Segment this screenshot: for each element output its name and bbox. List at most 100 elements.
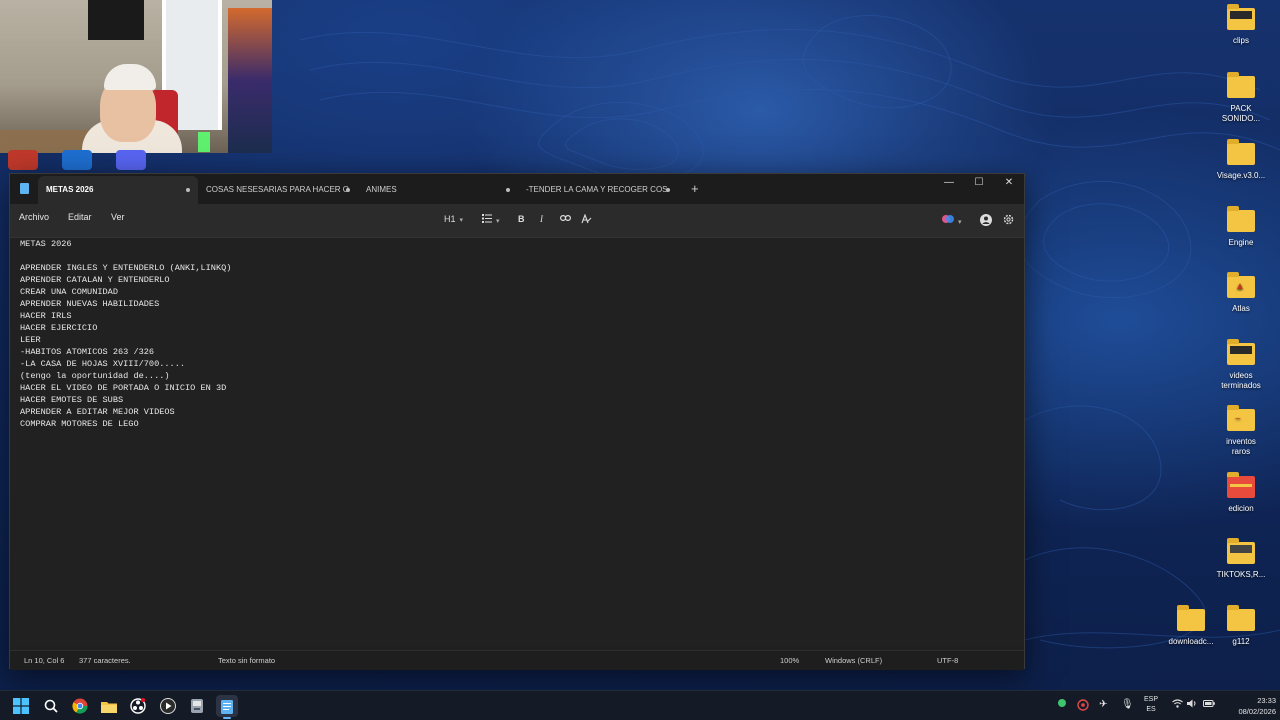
- chevron-down-icon: ▾: [496, 218, 500, 225]
- desktop-icon-tiktoks[interactable]: TIKTOKS,R...: [1209, 538, 1273, 580]
- editor-line: LEER: [20, 335, 41, 345]
- character-count: 377 caracteres.: [79, 656, 131, 665]
- desktop-icon-label: inventos raros: [1226, 437, 1256, 456]
- editor-line: (tengo la oportunidad de....): [20, 371, 170, 381]
- notepad-taskbar-button[interactable]: [216, 695, 238, 719]
- chevron-down-icon: ▾: [459, 217, 464, 224]
- desktop-icon-label: edicion: [1228, 504, 1254, 513]
- discord-shortcut-icon[interactable]: [116, 150, 146, 170]
- tray-network-tool-icon[interactable]: ✈: [1099, 699, 1107, 710]
- editor-line: HACER EL VIDEO DE PORTADA O INICIO EN 3D: [20, 383, 227, 393]
- microphone-icon[interactable]: 🎙: [1121, 699, 1134, 710]
- desktop-icon-pack-sonido[interactable]: PACK SONIDO...: [1209, 72, 1273, 124]
- language-indicator[interactable]: ESP ES: [1144, 695, 1158, 715]
- unsaved-dot-icon: [666, 188, 670, 192]
- link-button[interactable]: [560, 214, 572, 224]
- folder-icon: [1177, 605, 1205, 631]
- close-button[interactable]: ✕: [994, 174, 1024, 192]
- volume-icon[interactable]: [1187, 699, 1198, 711]
- tray-shield-icon: [1077, 699, 1089, 711]
- desktop-icon-atlas[interactable]: ▲ Atlas: [1209, 272, 1273, 314]
- folder-icon: [101, 701, 117, 713]
- editor-line: METAS 2026: [20, 239, 72, 249]
- chevron-down-icon: ▾: [958, 219, 962, 226]
- maximize-button[interactable]: ☐: [964, 174, 994, 192]
- windows-icon: [13, 698, 29, 714]
- desktop-icons-partial: [8, 150, 146, 172]
- menu-archivo[interactable]: Archivo: [19, 212, 49, 222]
- folder-icon: [1227, 72, 1255, 98]
- desktop-icon-label: PACK SONIDO...: [1221, 104, 1261, 123]
- desktop-icon-g112[interactable]: g112: [1209, 605, 1273, 647]
- list-icon: [482, 214, 492, 223]
- search-button[interactable]: [40, 695, 62, 717]
- folder-icon: [1227, 472, 1255, 498]
- bold-button[interactable]: B: [518, 214, 525, 224]
- keyboard-layout: ES: [1146, 706, 1156, 713]
- notepad-icon: [221, 699, 233, 714]
- link-icon: [560, 215, 572, 222]
- obs-button[interactable]: [127, 695, 149, 717]
- webcam-poster: [228, 8, 272, 153]
- clear-format-button[interactable]: [581, 213, 592, 226]
- gear-icon: [1003, 214, 1014, 225]
- notepad-window: METAS 2026 COSAS NESESARIAS PARA HACER O…: [9, 173, 1025, 670]
- language-code: ESP: [1144, 696, 1159, 703]
- heading-dropdown[interactable]: H1 ▾: [444, 214, 463, 224]
- list-dropdown[interactable]: ▾: [482, 214, 500, 225]
- folder-icon: ▲: [1227, 272, 1255, 298]
- desktop-icon-visage[interactable]: Visage.v3.0...: [1209, 139, 1273, 181]
- desktop-icon-engine[interactable]: Engine: [1209, 206, 1273, 248]
- tab-metas-2026[interactable]: METAS 2026: [38, 176, 198, 204]
- tab-bar: METAS 2026 COSAS NESESARIAS PARA HACER O…: [10, 174, 1024, 204]
- desktop-icon-edicion[interactable]: edicion: [1209, 472, 1273, 514]
- app-shortcut-red-icon[interactable]: [8, 150, 38, 170]
- encoding[interactable]: UTF-8: [937, 656, 958, 665]
- desktop-icon-videos-terminados[interactable]: videos terminados: [1209, 339, 1273, 391]
- folder-icon: [1227, 605, 1255, 631]
- tray-app-green-icon[interactable]: [1058, 699, 1066, 710]
- tab-tender-la-cama[interactable]: -TENDER LA CAMA Y RECOGER COS: [518, 176, 678, 204]
- chrome-button[interactable]: [69, 695, 91, 717]
- menu-editar[interactable]: Editar: [68, 212, 92, 222]
- desktop-icon-label: clips: [1232, 36, 1249, 45]
- copilot-button[interactable]: ▾: [942, 214, 962, 226]
- editor-line: APRENDER INGLES Y ENTENDERLO (ANKI,LINKQ…: [20, 263, 232, 273]
- account-button[interactable]: [980, 214, 992, 228]
- media-player-button[interactable]: [157, 695, 179, 717]
- desktop-icon-clips[interactable]: clips: [1209, 4, 1273, 46]
- search-icon: [44, 699, 58, 713]
- status-bar: Ln 10, Col 6 377 caracteres. Texto sin f…: [10, 650, 1024, 670]
- wifi-icon[interactable]: [1172, 699, 1183, 711]
- clock-time: 23:33: [1257, 696, 1276, 705]
- tab-label: ANIMES: [366, 185, 397, 194]
- zoom-level[interactable]: 100%: [780, 656, 799, 665]
- settings-button[interactable]: [1003, 214, 1014, 227]
- desktop-icon-inventos-raros[interactable]: ~ inventos raros: [1209, 405, 1273, 457]
- battery-icon[interactable]: [1203, 699, 1215, 711]
- game-app-button[interactable]: [186, 695, 208, 717]
- menu-bar: Archivo Editar Ver H1 ▾ ▾ B I ▾: [10, 204, 1024, 238]
- tab-label: COSAS NESESARIAS PARA HACER O: [206, 185, 350, 194]
- add-tab-button[interactable]: +: [691, 181, 699, 196]
- desktop-icon-label: TIKTOKS,R...: [1216, 570, 1266, 579]
- menu-ver[interactable]: Ver: [111, 212, 125, 222]
- file-explorer-button[interactable]: [98, 695, 120, 717]
- speaker-icon: [1187, 699, 1196, 708]
- text-format[interactable]: Texto sin formato: [218, 656, 275, 665]
- tab-animes[interactable]: ANIMES: [358, 176, 518, 204]
- chrome-icon: [72, 698, 88, 714]
- editor-line: HACER EMOTES DE SUBS: [20, 395, 124, 405]
- start-button[interactable]: [10, 695, 32, 717]
- tab-cosas-nesesarias[interactable]: COSAS NESESARIAS PARA HACER O: [198, 176, 358, 204]
- italic-button[interactable]: I: [540, 214, 543, 224]
- app-shortcut-wave-icon[interactable]: [62, 150, 92, 170]
- editor-line: APRENDER CATALAN Y ENTENDERLO: [20, 275, 170, 285]
- minimize-button[interactable]: —: [934, 174, 964, 192]
- line-endings[interactable]: Windows (CRLF): [825, 656, 882, 665]
- editor-line: APRENDER NUEVAS HABILIDADES: [20, 299, 160, 309]
- tray-app-red-icon[interactable]: [1077, 699, 1089, 714]
- clock[interactable]: 23:33 08/02/2026: [1224, 695, 1276, 717]
- folder-icon: [1227, 339, 1255, 365]
- text-editor[interactable]: METAS 2026 APRENDER INGLES Y ENTENDERLO …: [10, 238, 1024, 646]
